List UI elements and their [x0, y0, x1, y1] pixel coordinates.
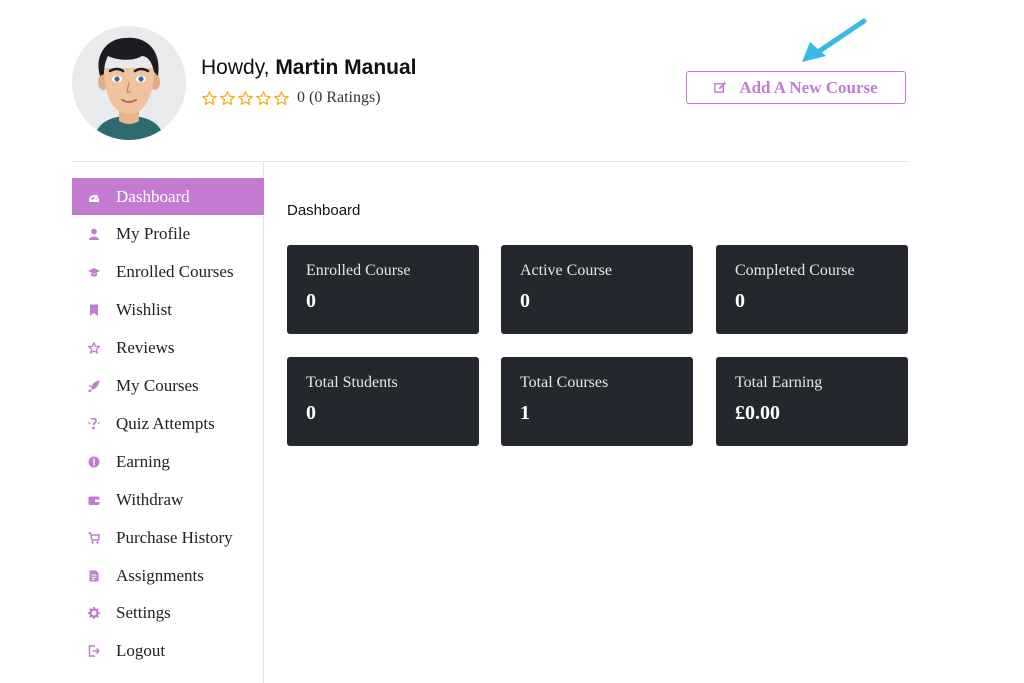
- bookmark-icon: [88, 304, 100, 317]
- graduation-cap-icon: [88, 266, 100, 278]
- stat-card-label: Total Students: [306, 374, 398, 391]
- sidebar-item-label: My Courses: [116, 376, 199, 395]
- star-icon: [88, 342, 100, 355]
- add-new-course-button[interactable]: Add A New Course: [686, 71, 906, 104]
- user-name: Martin Manual: [275, 56, 417, 79]
- sidebar-item-label: My Profile: [116, 224, 191, 244]
- sidebar-item-earning[interactable]: Earning: [72, 443, 264, 480]
- gear-icon: [88, 607, 100, 620]
- star-icon: [256, 90, 271, 105]
- dashboard-icon: [88, 191, 100, 203]
- avatar-image: [72, 26, 186, 140]
- sidebar-item-reviews[interactable]: Reviews: [72, 330, 264, 367]
- sidebar-item-label: Purchase History: [116, 527, 233, 547]
- sidebar-item-purchase-history[interactable]: Purchase History: [72, 519, 264, 556]
- sidebar-item-assignments[interactable]: Assignments: [72, 557, 264, 594]
- stat-card-completed-course: Completed Course 0: [716, 245, 908, 334]
- greeting-prefix: Howdy,: [201, 56, 270, 79]
- stat-card-value: 1: [520, 402, 530, 424]
- sidebar-item-label: Reviews: [116, 338, 175, 358]
- stat-card-value: 0: [520, 290, 530, 312]
- stat-card-total-courses: Total Courses 1: [501, 357, 693, 446]
- stat-card-label: Completed Course: [735, 262, 855, 279]
- add-new-course-label: Add A New Course: [739, 77, 878, 97]
- sidebar-item-label: Settings: [116, 603, 171, 623]
- stat-card-value: 0: [735, 290, 745, 312]
- sidebar-item-quiz-attempts[interactable]: Quiz Attempts: [72, 405, 264, 442]
- sidebar-item-label: Assignments: [116, 565, 204, 585]
- sidebar-item-label: Withdraw: [116, 489, 184, 509]
- stat-card-total-students: Total Students 0: [287, 357, 479, 446]
- sidebar-item-my-courses[interactable]: My Courses: [72, 368, 264, 405]
- sidebar-item-settings[interactable]: Settings: [72, 595, 264, 632]
- sidebar-nav: Dashboard My Profile Enrolled Courses Wishl…: [72, 162, 264, 683]
- sidebar-item-label: Enrolled Courses: [116, 262, 234, 282]
- star-icon: [220, 90, 235, 105]
- stat-card-label: Enrolled Course: [306, 262, 411, 279]
- greeting: Howdy, Martin Manual: [201, 56, 417, 80]
- edit-icon: [714, 81, 727, 93]
- stat-card-value: 0: [306, 290, 316, 312]
- stat-card-value: 0: [306, 402, 316, 424]
- sidebar-item-label: Wishlist: [116, 300, 172, 320]
- sidebar-item-label: Dashboard: [116, 186, 190, 206]
- user-icon: [88, 228, 100, 241]
- rating-text: 0 (0 Ratings): [297, 89, 381, 106]
- quiz-icon: [88, 417, 100, 430]
- sidebar-item-label: Earning: [116, 451, 170, 471]
- sidebar-item-logout[interactable]: Logout: [72, 633, 264, 670]
- stat-card-label: Total Earning: [735, 374, 823, 391]
- stat-card-label: Total Courses: [520, 374, 609, 391]
- sidebar-item-wishlist[interactable]: Wishlist: [72, 292, 264, 329]
- stat-card-total-earning: Total Earning £0.00: [716, 357, 908, 446]
- logout-icon: [88, 645, 100, 658]
- stat-card-active-course: Active Course 0: [501, 245, 693, 334]
- rating-stars: [201, 90, 290, 107]
- sidebar-item-enrolled-courses[interactable]: Enrolled Courses: [72, 254, 264, 291]
- avatar: [72, 26, 186, 140]
- star-icon: [202, 90, 217, 105]
- coin-icon: [88, 456, 100, 468]
- document-icon: [88, 570, 100, 582]
- sidebar-item-label: Quiz Attempts: [116, 413, 215, 433]
- sidebar-item-dashboard[interactable]: Dashboard: [72, 178, 264, 215]
- star-icon: [238, 90, 253, 105]
- stat-card-label: Active Course: [520, 262, 612, 279]
- cart-icon: [88, 531, 100, 544]
- star-icon: [274, 90, 289, 105]
- page-title: Dashboard: [287, 202, 361, 219]
- rocket-icon: [88, 380, 100, 392]
- stat-card-enrolled-course: Enrolled Course 0: [287, 245, 479, 334]
- sidebar-item-my-profile[interactable]: My Profile: [72, 216, 264, 253]
- wallet-icon: [88, 494, 100, 506]
- stat-card-value: £0.00: [735, 402, 780, 424]
- pointer-arrow-icon: [802, 18, 867, 62]
- sidebar-item-label: Logout: [116, 641, 166, 661]
- sidebar-item-withdraw[interactable]: Withdraw: [72, 481, 264, 518]
- instructor-rating: 0 (0 Ratings): [201, 89, 381, 107]
